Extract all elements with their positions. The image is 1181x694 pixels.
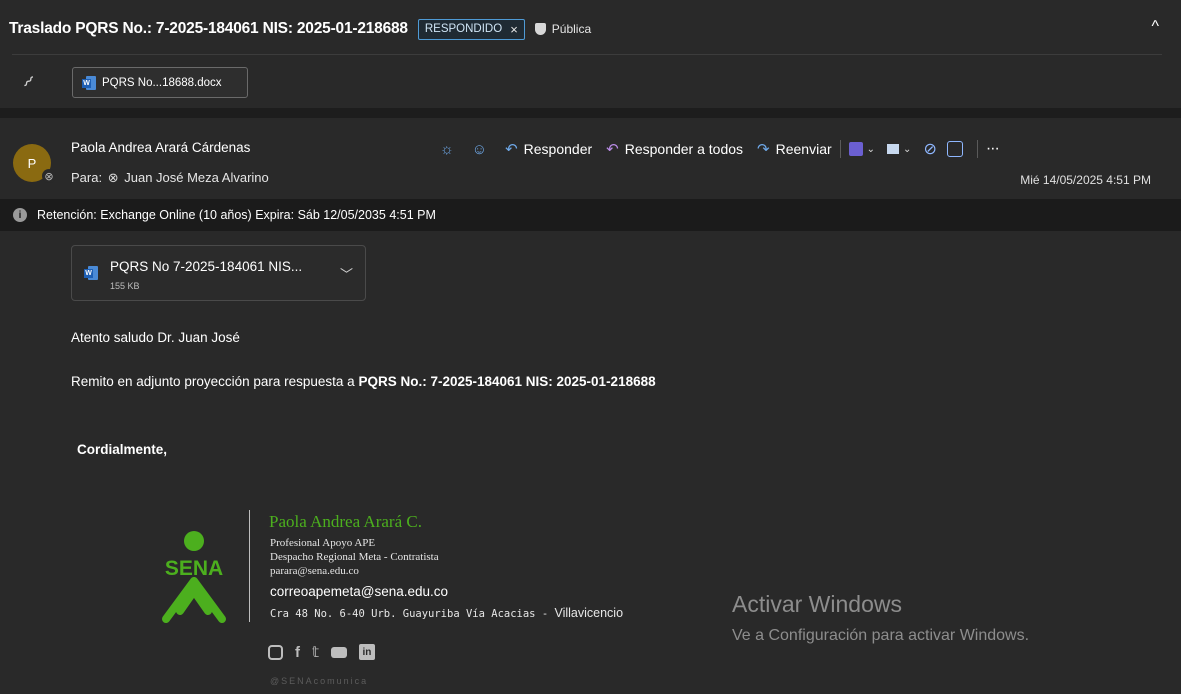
signature-address: Cra 48 No. 6-40 Urb. Guayuriba Vía Acaci… [270,606,623,620]
linkedin-icon[interactable]: in [358,644,375,660]
toolbar-separator [839,140,841,158]
word-doc-icon: W [82,75,96,90]
chevron-down-icon[interactable]: ﹀ [340,264,353,283]
remove-badge-icon[interactable]: × [510,22,518,37]
sena-logo-text: SENA [165,557,223,580]
sena-logo: SENA [162,531,226,623]
attachment-chip[interactable]: W PQRS No...18688.docx [72,67,248,98]
apps-icon[interactable] [946,141,963,157]
body-paragraph: Remito en adjunto proyección para respue… [71,374,656,389]
recipients-line: Para: ⊗ Juan José Meza Alvarino [71,170,269,186]
message-body: W PQRS No 7-2025-184061 NIS... 155 KB ﹀ … [0,231,1181,694]
forward-button[interactable]: Reenviar [776,141,832,157]
attachments-row: ⌇ W PQRS No...18688.docx [0,58,1181,108]
address-text: Cra 48 No. 6-40 Urb. Guayuriba Vía Acaci… [270,608,549,620]
sun-icon[interactable]: ☼ [440,141,454,158]
signature-name: Paola Andrea Arará C. [269,512,422,531]
paperclip-icon: ⌇ [18,73,37,92]
chevron-down-icon[interactable]: ⌄ [867,144,875,155]
chevron-down-icon[interactable]: ⌄ [903,144,911,155]
signature-email-link[interactable]: parara@sena.edu.co [270,565,359,577]
signature-role: Profesional Apoyo APE [270,537,376,549]
greeting-text: Atento saludo Dr. Juan José [71,330,240,345]
body-line-prefix: Remito en adjunto proyección para respue… [71,374,355,389]
attachment-name: PQRS No 7-2025-184061 NIS... [110,259,303,274]
header-divider [12,54,1162,55]
body-line-reference: PQRS No.: 7-2025-184061 NIS: 2025-01-218… [358,374,656,389]
retention-text: Retención: Exchange Online (10 años) Exp… [37,208,436,222]
mail-forward-icon[interactable] [887,144,900,154]
presence-status-icon: ⊗ [42,169,56,183]
activation-watermark-subtitle: Ve a Configuración para activar Windows. [732,627,1030,644]
closing-text: Cordialmente, [77,442,168,457]
collapse-chevron-icon[interactable]: ^ [1151,18,1159,36]
attachment-chip-name: PQRS No...18688.docx [102,76,222,89]
twitter-icon[interactable]: 𝕥 [312,643,319,661]
word-doc-icon: W [84,266,98,280]
toolbar-separator [976,140,978,158]
social-links: f 𝕥 in [268,643,375,661]
message-header: P ⊗ Paola Andrea Arará Cárdenas Para: ⊗ … [0,118,1181,199]
sensitivity-label[interactable]: Pública [552,22,591,36]
more-options-icon[interactable]: ··· [986,140,1000,158]
status-badge-label: RESPONDIDO [424,23,503,35]
emoji-icon[interactable]: ☺ [472,141,487,158]
sender-name[interactable]: Paola Andrea Arará Cárdenas [71,140,250,155]
loop-icon[interactable]: ⊘ [923,139,936,159]
conversation-header: Traslado PQRS No.: 7-2025-184061 NIS: 20… [0,0,1181,108]
reply-button[interactable]: Responder [524,141,593,157]
signature-office: Despacho Regional Meta - Contratista [270,551,439,563]
signature-divider [249,510,250,622]
facebook-icon[interactable]: f [295,644,300,661]
recipient-status-icon: ⊗ [107,170,119,185]
pdf-icon[interactable] [848,142,863,156]
forward-icon: ↷ [757,141,770,158]
reply-all-icon: ↶ [606,141,619,158]
address-city: Villavicencio [554,606,624,620]
instagram-icon[interactable] [268,644,283,660]
social-handle: @SENAcomunica [270,676,369,686]
youtube-icon[interactable] [330,646,347,658]
to-label: Para: [71,170,103,185]
attachment-size: 155 KB [110,281,140,291]
activation-watermark-title: Activar Windows [732,591,902,617]
signature-email2-link[interactable]: correoapemeta@sena.edu.co [270,584,448,599]
status-badge[interactable]: RESPONDIDO × [417,18,525,40]
recipient-name[interactable]: Juan José Meza Alvarino [124,170,269,185]
subject-row: Traslado PQRS No.: 7-2025-184061 NIS: 20… [0,0,1181,58]
message-actions-toolbar: ☼ ☺ ↶ Responder ↶ Responder a todos ↷ Re… [440,135,1000,163]
message-date: Mié 14/05/2025 4:51 PM [1020,173,1151,187]
shield-icon [534,23,546,35]
section-divider [0,108,1181,118]
reply-all-button[interactable]: Responder a todos [625,141,743,157]
attachment-card[interactable]: W PQRS No 7-2025-184061 NIS... 155 KB ﹀ [71,245,366,301]
subject-title: Traslado PQRS No.: 7-2025-184061 NIS: 20… [9,20,408,37]
reply-icon: ↶ [505,141,518,158]
retention-banner: i Retención: Exchange Online (10 años) E… [0,199,1181,231]
info-icon: i [13,208,27,222]
